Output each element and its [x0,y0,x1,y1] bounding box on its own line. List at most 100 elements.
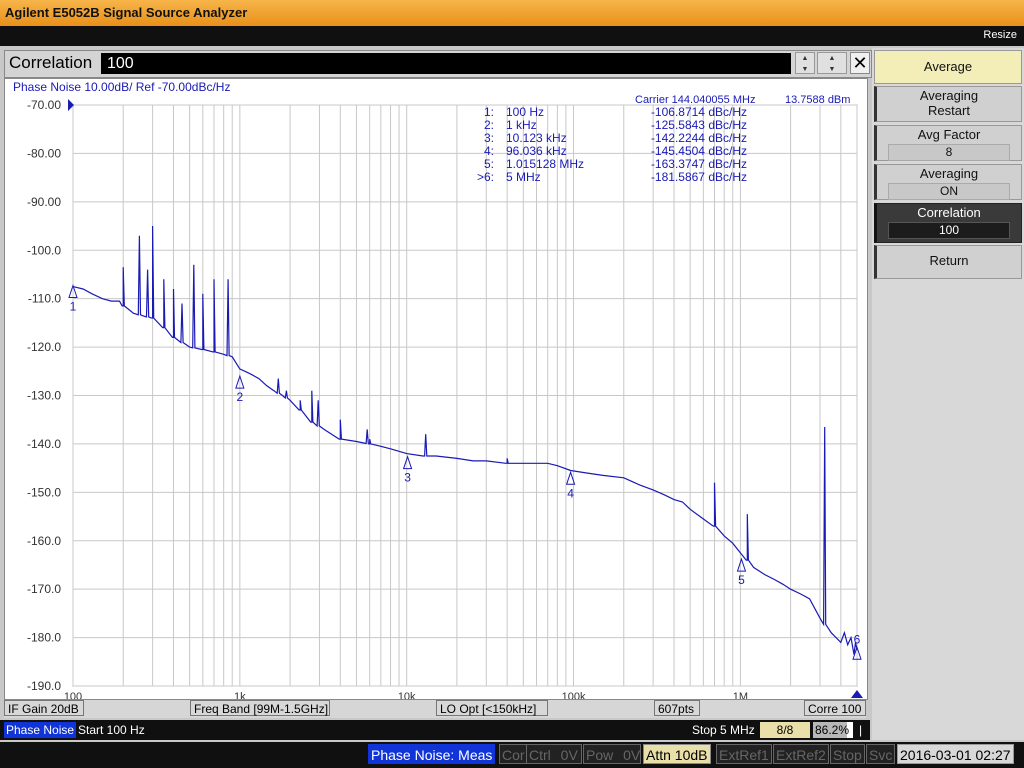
marker-table-id: 1: [484,105,494,119]
measurement-label[interactable]: Phase Noise [4,722,77,738]
softkey-panel: Average Averaging Restart Avg Factor 8 A… [872,48,1024,740]
marker-table-value: -142.2244 dBc/Hz [651,131,747,145]
phase-noise-chart: Phase Noise 10.00dB/ Ref -70.00dBc/Hz Ca… [13,80,863,703]
x-axis-labels: 100 1k 10k 100k 1M [64,690,863,703]
marker-table-value: -106.8714 dBc/Hz [651,105,747,119]
correlation-status[interactable]: Corre 100 [804,700,866,716]
menu-bar: Resize [0,26,1024,46]
softkey-averaging-restart[interactable]: Averaging Restart [874,86,1022,122]
softkey-correlation-label: Correlation [917,205,981,220]
marker-table-frequency: 1 kHz [506,118,537,132]
softkey-return-label: Return [929,253,969,268]
marker-label: 4 [567,486,574,500]
channel-status-bar: Phase Noise Start 100 Hz Stop 5 MHz 8/8 … [0,720,870,740]
x-tick-label: 100 [64,691,82,699]
phase-noise-trace [72,225,858,655]
grid [72,104,858,687]
marker-label: 2 [237,390,244,404]
datetime: 2016-03-01 02:27 [897,744,1014,764]
close-icon[interactable]: ✕ [850,52,870,74]
marker-table-id: 4: [484,144,494,158]
stop-frequency[interactable]: Stop 5 MHz [692,722,755,738]
marker-table: 1: 100 Hz -106.8714 dBc/Hz 2: 1 kHz -125.5843… [477,105,747,184]
stop-status: Stop [830,744,865,764]
marker-table-value: -181.5867 dBc/Hz [651,170,747,184]
extref2-status: ExtRef2 [773,744,829,764]
x-tick-label: 1k [234,691,246,699]
softkey-average[interactable]: Average [874,50,1022,84]
spin-up-down-icon[interactable]: ▲ ▼ [795,52,815,74]
marker-table-value: -125.5843 dBc/Hz [651,118,747,132]
pow-voltage: 0V [623,747,641,763]
attn-status: Attn 10dB [643,744,711,764]
marker-table-frequency: 96.036 kHz [506,144,567,158]
y-tick-label: -160.0 [27,534,61,548]
y-axis-labels: -70.00 -80.00 -90.00 -100.0 -110.0 -120.0 -130… [27,98,74,693]
marker-table-value: -163.3747 dBc/Hz [651,157,747,171]
trace-header: Phase Noise 10.00dB/ Ref -70.00dBc/Hz [13,80,230,94]
y-tick-label: -100.0 [27,243,61,257]
y-tick-label: -80.00 [27,146,61,160]
lo-opt-status[interactable]: LO Opt [<150kHz] [436,700,548,716]
window-title: Agilent E5052B Signal Source Analyzer [5,5,248,20]
progress-text: 86.2% [815,723,850,737]
markers: 1 2 3 4 5 6 [68,283,862,660]
avg-factor-value: 8 [888,144,1010,161]
resize-button[interactable]: Resize [983,29,1017,41]
y-tick-label: -190.0 [27,679,61,693]
extref1-status: ExtRef1 [716,744,772,764]
marker-table-id: >6: [477,170,494,184]
softkey-average-label: Average [923,59,973,74]
entry-label: Correlation [9,53,93,72]
marker-table-frequency: 100 Hz [506,105,544,119]
power-readout: 13.7588 dBm [785,94,850,106]
softkey-averaging-restart-label: Averaging [919,88,979,103]
y-tick-label: -170.0 [27,582,61,596]
marker-triangle-icon [402,455,413,470]
end-mark: | [859,723,863,737]
progress-bar: 86.2% [813,722,853,738]
softkey-averaging-toggle[interactable]: Averaging ON [874,164,1022,200]
if-gain-status[interactable]: IF Gain 20dB [4,700,84,716]
start-frequency[interactable]: Start 100 Hz [78,722,145,738]
ctrl-status: Ctrl 0V [526,744,582,764]
marker-table-frequency: 1.015128 MHz [506,157,584,171]
softkey-averaging-label: Averaging [919,166,979,181]
ctrl-voltage: 0V [560,747,578,763]
phase-noise-graph: Phase Noise 10.00dB/ Ref -70.00dBc/Hz Ca… [4,78,868,703]
softkey-correlation[interactable]: Correlation 100 [874,203,1022,243]
y-tick-label: -90.00 [27,195,61,209]
x-tick-label: 100k [562,691,586,699]
y-tick-label: -110.0 [28,292,61,306]
marker-table-frequency: 10.123 kHz [506,131,567,145]
mode-status[interactable]: Phase Noise: Meas [368,744,496,764]
y-tick-label: -130.0 [27,389,61,403]
softkey-avg-factor[interactable]: Avg Factor 8 [874,125,1022,161]
freq-band-status[interactable]: Freq Band [99M-1.5GHz] [190,700,330,716]
averaging-value: ON [888,183,1010,200]
marker-table-id: 5: [484,157,494,171]
sweep-count: 8/8 [760,722,810,738]
y-tick-label: -140.0 [27,437,61,451]
title-bar: Agilent E5052B Signal Source Analyzer [0,0,1024,27]
cor-status: Cor [499,744,528,764]
softkey-return[interactable]: Return [874,245,1022,279]
instrument-status-bar: Phase Noise: Meas Cor Ctrl 0V Pow 0V Att… [0,742,1024,768]
points-status[interactable]: 607pts [654,700,700,716]
y-tick-label: -70.00 [27,98,61,112]
marker-label: 3 [404,471,411,485]
marker-label: 1 [70,300,77,314]
marker-table-id: 2: [484,118,494,132]
status-row: IF Gain 20dB Freq Band [99M-1.5GHz] LO O… [4,700,866,718]
step-up-down-icon[interactable]: ▲ ▼ [817,52,847,74]
x-tick-label: 10k [398,691,416,699]
entry-value-field[interactable]: 100 [101,53,791,74]
marker-label: 6 [854,632,861,646]
softkey-avg-factor-label: Avg Factor [917,127,981,142]
marker-table-id: 3: [484,131,494,145]
y-tick-label: -120.0 [27,340,61,354]
x-tick-label: 1M [733,691,748,699]
svc-status: Svc [866,744,896,764]
marker-table-frequency: 5 MHz [506,170,541,184]
y-tick-label: -150.0 [27,485,61,499]
